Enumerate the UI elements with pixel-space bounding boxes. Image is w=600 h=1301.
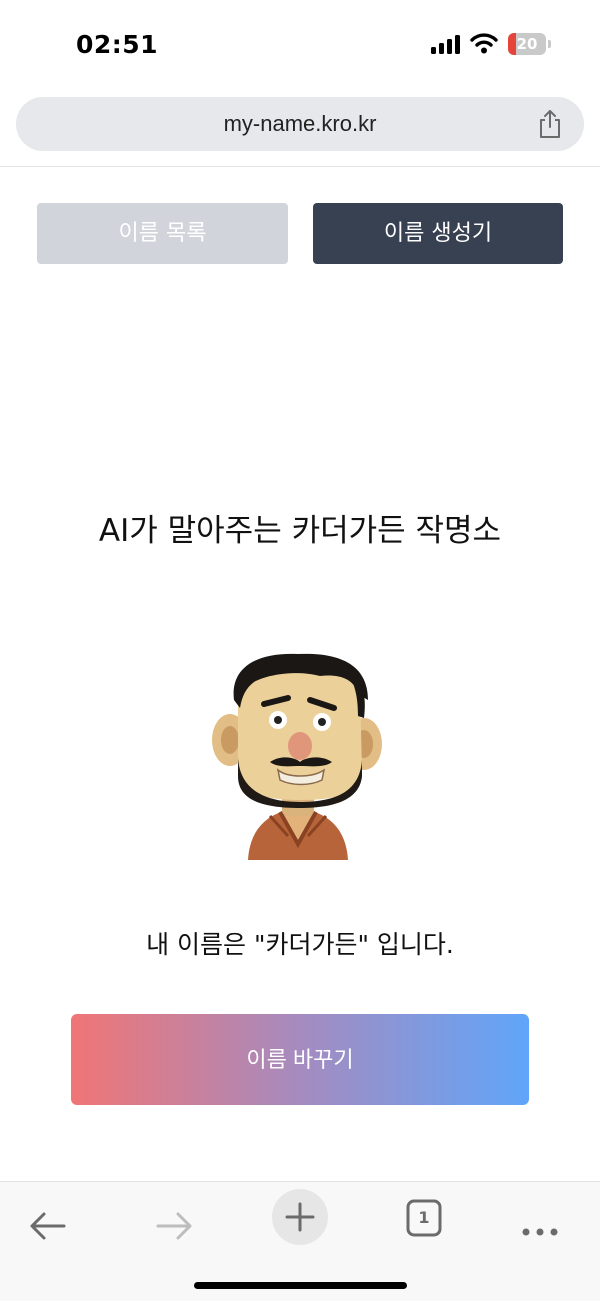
new-tab-button[interactable]	[272, 1189, 328, 1245]
forward-arrow-icon[interactable]	[146, 1198, 202, 1254]
home-indicator[interactable]	[194, 1282, 407, 1289]
tabs-button[interactable]: 1	[404, 1198, 444, 1238]
signal-icon	[431, 34, 461, 54]
tab-count: 1	[418, 1208, 430, 1227]
status-time: 02:51	[76, 30, 159, 59]
tab-name-list[interactable]: 이름 목록	[37, 203, 288, 264]
tab-name-generator[interactable]: 이름 생성기	[313, 203, 563, 264]
address-bar[interactable]: my-name.kro.kr	[16, 97, 584, 151]
generated-name-text: 내 이름은 "카더가든" 입니다.	[146, 930, 454, 959]
battery-icon: 20	[508, 33, 551, 55]
page-title: AI가 말아주는 카더가든 작명소	[98, 513, 502, 549]
avatar-illustration	[212, 653, 382, 860]
plus-icon	[285, 1202, 315, 1232]
wifi-icon	[470, 33, 498, 54]
battery-level: 20	[516, 35, 538, 53]
url-text[interactable]: my-name.kro.kr	[16, 97, 584, 151]
status-bar: 02:51 20	[0, 0, 600, 92]
back-arrow-icon[interactable]	[20, 1198, 76, 1254]
more-icon[interactable]	[512, 1198, 568, 1254]
change-name-button[interactable]: 이름 바꾸기	[71, 1014, 529, 1105]
share-icon[interactable]	[536, 109, 564, 139]
header-divider	[0, 166, 600, 167]
